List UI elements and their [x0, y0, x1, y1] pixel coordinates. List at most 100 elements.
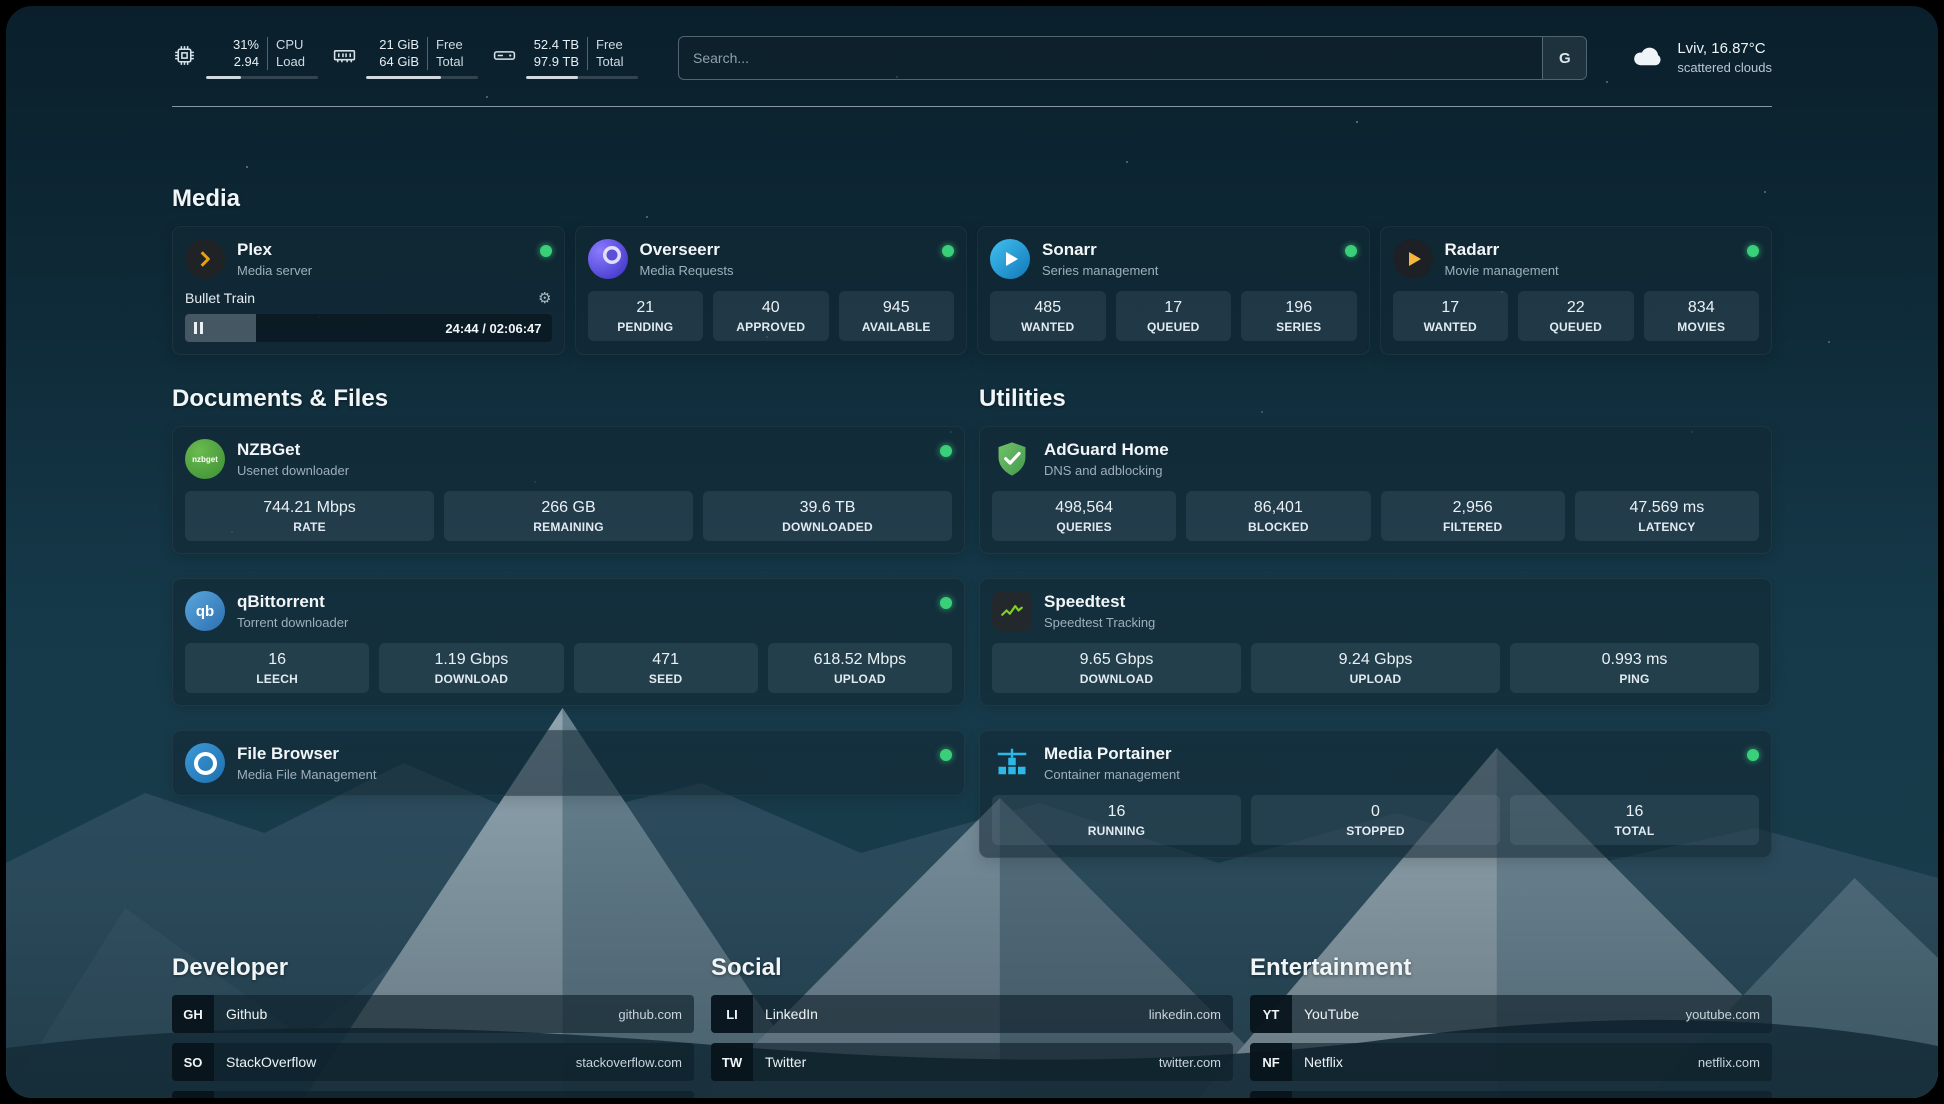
stat-box: 22 QUEUED — [1518, 291, 1634, 341]
cpu-load-label: Load — [276, 54, 318, 71]
section-documents-files: Documents & Files nzbget NZBGet Usenet d… — [172, 385, 965, 820]
app-subtitle: Torrent downloader — [237, 615, 348, 630]
stat-box: 9.65 Gbps DOWNLOAD — [992, 643, 1241, 693]
status-dot — [1747, 245, 1759, 257]
app-card-qbittorrent[interactable]: qb qBittorrent Torrent downloader 16 LEE… — [172, 578, 965, 706]
ram-usage-bar — [366, 76, 478, 79]
disk-widget: 52.4 TB 97.9 TB Free Total — [492, 37, 638, 80]
app-subtitle: Movie management — [1445, 263, 1559, 278]
disk-free: 52.4 TB — [526, 37, 579, 54]
search-engine-button[interactable]: G — [1542, 37, 1586, 79]
stat-box: 9.24 Gbps UPLOAD — [1251, 643, 1500, 693]
app-card-adguard-home[interactable]: AdGuard Home DNS and adblocking 498,564 … — [979, 426, 1772, 554]
pause-button[interactable] — [194, 322, 203, 334]
status-dot — [942, 245, 954, 257]
disk-icon — [492, 43, 517, 73]
portainer-icon — [992, 743, 1032, 783]
documents-section-title: Documents & Files — [172, 385, 965, 413]
section-entertainment: Entertainment YT YouTube youtube.com NF … — [1250, 954, 1772, 1098]
gear-icon[interactable]: ⚙ — [538, 289, 551, 307]
search-input[interactable] — [679, 37, 1542, 79]
bookmark-dev[interactable]: DT DEV dev.to — [172, 1091, 694, 1098]
app-name: Plex — [237, 240, 312, 260]
status-dot — [940, 597, 952, 609]
app-name: Speedtest — [1044, 592, 1155, 612]
app-card-overseerr[interactable]: Overseerr Media Requests 21 PENDING 40 A… — [575, 226, 968, 355]
media-section-title: Media — [172, 185, 1772, 213]
youtube-icon: YT — [1250, 995, 1292, 1033]
stat-box: 0.993 ms PING — [1510, 643, 1759, 693]
bookmark-stackoverflow[interactable]: SO StackOverflow stackoverflow.com — [172, 1043, 694, 1081]
stat-box: 834 MOVIES — [1644, 291, 1760, 341]
app-card-sonarr[interactable]: Sonarr Series management 485 WANTED 17 Q… — [977, 226, 1370, 355]
stat-box: 16 LEECH — [185, 643, 369, 693]
search-bar: G — [678, 36, 1587, 80]
app-subtitle: Media Requests — [640, 263, 734, 278]
entertainment-section-title: Entertainment — [1250, 954, 1772, 982]
stat-box: 17 QUEUED — [1116, 291, 1232, 341]
cpu-percent: 31% — [206, 37, 259, 54]
bookmark-twitter[interactable]: TW Twitter twitter.com — [711, 1043, 1233, 1081]
app-subtitle: Media server — [237, 263, 312, 278]
disk-free-label: Free — [596, 37, 638, 54]
status-dot — [1345, 245, 1357, 257]
cpu-label: CPU — [276, 37, 318, 54]
app-subtitle: Series management — [1042, 263, 1158, 278]
radarr-icon — [1393, 239, 1433, 279]
playback-progress-bar[interactable]: 24:44 / 02:06:47 — [185, 314, 552, 342]
stat-box: 618.52 Mbps UPLOAD — [768, 643, 952, 693]
memory-icon — [332, 43, 357, 73]
section-developer: Developer GH Github github.com SO StackO… — [172, 954, 694, 1098]
bookmark-youtube[interactable]: YT YouTube youtube.com — [1250, 995, 1772, 1033]
stat-box: 86,401 BLOCKED — [1186, 491, 1370, 541]
playback-time: 24:44 / 02:06:47 — [445, 321, 551, 336]
status-dot — [940, 749, 952, 761]
adguard-icon — [992, 439, 1032, 479]
stat-box: 744.21 Mbps RATE — [185, 491, 434, 541]
app-card-plex[interactable]: Plex Media server Bullet Train ⚙ 24:44 /… — [172, 226, 565, 355]
overseerr-icon — [588, 239, 628, 279]
cpu-usage-bar — [206, 76, 318, 79]
stat-box: 266 GB REMAINING — [444, 491, 693, 541]
app-name: Overseerr — [640, 240, 734, 260]
stat-box: 945 AVAILABLE — [839, 291, 955, 341]
stat-box: 485 WANTED — [990, 291, 1106, 341]
cpu-load: 2.94 — [206, 54, 259, 71]
cpu-widget: 31% 2.94 CPU Load — [172, 37, 318, 80]
status-dot — [540, 245, 552, 257]
developer-section-title: Developer — [172, 954, 694, 982]
stat-box: 196 SERIES — [1241, 291, 1357, 341]
bookmark-github[interactable]: GH Github github.com — [172, 995, 694, 1033]
system-widgets: 31% 2.94 CPU Load — [172, 37, 638, 80]
app-name: NZBGet — [237, 440, 349, 460]
memory-widget: 21 GiB 64 GiB Free Total — [332, 37, 478, 80]
linkedin-icon: LI — [711, 995, 753, 1033]
section-utilities: Utilities AdGuard Home DNS and adblockin… — [979, 385, 1772, 882]
app-card-radarr[interactable]: Radarr Movie management 17 WANTED 22 QUE… — [1380, 226, 1773, 355]
app-name: AdGuard Home — [1044, 440, 1169, 460]
section-social: Social LI LinkedIn linkedin.com TW Twitt… — [711, 954, 1233, 1098]
app-card-filebrowser[interactable]: File Browser Media File Management — [172, 730, 965, 796]
weather-condition: scattered clouds — [1677, 59, 1772, 77]
app-card-speedtest[interactable]: Speedtest Speedtest Tracking 9.65 Gbps D… — [979, 578, 1772, 706]
bookmark-linkedin[interactable]: LI LinkedIn linkedin.com — [711, 995, 1233, 1033]
utilities-section-title: Utilities — [979, 385, 1772, 413]
bookmark-reddit[interactable]: RE Reddit reddit.com — [1250, 1091, 1772, 1098]
ram-total: 64 GiB — [366, 54, 419, 71]
stat-box: 39.6 TB DOWNLOADED — [703, 491, 952, 541]
bookmark-netflix[interactable]: NF Netflix netflix.com — [1250, 1043, 1772, 1081]
stat-box: 16 TOTAL — [1510, 795, 1759, 845]
qbittorrent-icon: qb — [185, 591, 225, 631]
twitter-icon: TW — [711, 1043, 753, 1081]
netflix-icon: NF — [1250, 1043, 1292, 1081]
app-name: Radarr — [1445, 240, 1559, 260]
app-subtitle: Container management — [1044, 767, 1180, 782]
weather-widget[interactable]: Lviv, 16.87°C scattered clouds — [1627, 39, 1772, 78]
plex-icon — [185, 239, 225, 279]
app-name: Sonarr — [1042, 240, 1158, 260]
app-card-media-portainer[interactable]: Media Portainer Container management 16 … — [979, 730, 1772, 858]
stat-box: 16 RUNNING — [992, 795, 1241, 845]
weather-location-temp: Lviv, 16.87°C — [1677, 39, 1772, 59]
section-media: Media Plex Media server — [172, 185, 1772, 355]
app-card-nzbget[interactable]: nzbget NZBGet Usenet downloader 744.21 M… — [172, 426, 965, 554]
